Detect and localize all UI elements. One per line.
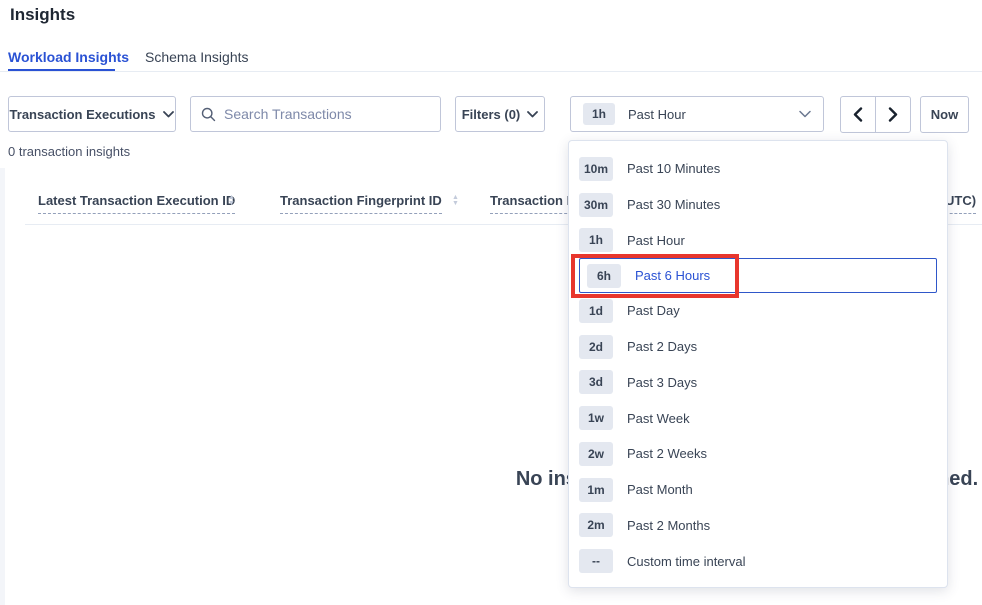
- time-option-custom-time-interval[interactable]: -- Custom time interval: [569, 543, 947, 579]
- time-option-past-30-minutes[interactable]: 30m Past 30 Minutes: [569, 187, 947, 223]
- time-option-badge: 2d: [579, 335, 613, 359]
- time-option-label: Past 6 Hours: [635, 268, 710, 283]
- time-option-badge: 30m: [579, 193, 613, 217]
- time-option-label: Custom time interval: [627, 554, 745, 569]
- sort-icon[interactable]: ▲ ▼: [452, 195, 459, 207]
- tab-workload-insights[interactable]: Workload Insights: [8, 49, 129, 65]
- time-option-badge: 10m: [579, 157, 613, 181]
- tab-active-underline: [8, 69, 115, 71]
- search-transactions-input[interactable]: [224, 106, 430, 122]
- time-option-past-hour[interactable]: 1h Past Hour: [569, 223, 947, 259]
- time-option-label: Past Hour: [627, 233, 685, 248]
- time-option-badge: 3d: [579, 370, 613, 394]
- column-header-utc-truncated[interactable]: UTC): [945, 193, 976, 214]
- tabs-divider: [0, 71, 982, 72]
- time-option-badge: 1h: [579, 228, 613, 252]
- column-header-label: UTC): [945, 193, 976, 214]
- time-option-past-month[interactable]: 1m Past Month: [569, 472, 947, 508]
- column-header-transaction-fingerprint-id[interactable]: Transaction Fingerprint ID: [280, 193, 442, 214]
- transaction-type-select[interactable]: Transaction Executions: [8, 96, 176, 132]
- time-interval-dropdown: 10m Past 10 Minutes 30m Past 30 Minutes …: [568, 140, 948, 588]
- time-option-label: Past Week: [627, 411, 690, 426]
- time-option-badge: 2m: [579, 513, 613, 537]
- time-option-past-2-months[interactable]: 2m Past 2 Months: [569, 508, 947, 544]
- time-interval-label: Past Hour: [628, 107, 686, 122]
- search-transactions-box[interactable]: [190, 96, 441, 132]
- time-interval-picker[interactable]: 1h Past Hour: [570, 96, 824, 132]
- now-button[interactable]: Now: [920, 96, 969, 133]
- next-interval-button[interactable]: [876, 97, 911, 132]
- column-header-label: Transaction Fingerprint ID: [280, 193, 442, 214]
- sort-icon[interactable]: ▲ ▼: [228, 195, 235, 207]
- time-option-label: Past 30 Minutes: [627, 197, 720, 212]
- time-option-label: Past 2 Weeks: [627, 446, 707, 461]
- time-option-label: Past 2 Days: [627, 339, 697, 354]
- time-option-label: Past Month: [627, 482, 693, 497]
- previous-interval-button[interactable]: [841, 97, 876, 132]
- column-header-latest-transaction-execution-id[interactable]: Latest Transaction Execution ID: [38, 193, 235, 214]
- filters-button-label: Filters (0): [462, 107, 521, 122]
- page-title: Insights: [10, 5, 75, 25]
- time-option-past-week[interactable]: 1w Past Week: [569, 400, 947, 436]
- search-icon: [201, 107, 216, 122]
- time-option-past-10-minutes[interactable]: 10m Past 10 Minutes: [569, 151, 947, 187]
- time-option-badge: 2w: [579, 442, 613, 466]
- results-count: 0 transaction insights: [8, 144, 130, 159]
- time-option-label: Past 10 Minutes: [627, 161, 720, 176]
- chevron-down-icon: [163, 111, 174, 118]
- chevron-down-icon: [527, 111, 538, 118]
- tab-schema-insights[interactable]: Schema Insights: [145, 49, 249, 65]
- time-option-past-2-days[interactable]: 2d Past 2 Days: [569, 329, 947, 365]
- sort-desc-icon: ▼: [452, 201, 459, 207]
- time-option-past-3-days[interactable]: 3d Past 3 Days: [569, 365, 947, 401]
- time-option-badge: 6h: [587, 264, 621, 288]
- filters-button[interactable]: Filters (0): [455, 96, 545, 132]
- chevron-down-icon: [799, 110, 811, 118]
- time-option-past-day[interactable]: 1d Past Day: [569, 293, 947, 329]
- time-step-arrows: [840, 96, 911, 133]
- time-option-past-2-weeks[interactable]: 2w Past 2 Weeks: [569, 436, 947, 472]
- now-button-label: Now: [931, 107, 958, 122]
- time-option-label: Past Day: [627, 303, 680, 318]
- chevron-left-icon: [853, 107, 863, 122]
- time-option-past-6-hours[interactable]: 6h Past 6 Hours: [579, 258, 937, 293]
- time-option-badge: 1m: [579, 478, 613, 502]
- time-option-label: Past 3 Days: [627, 375, 697, 390]
- time-interval-badge: 1h: [583, 103, 615, 125]
- chevron-right-icon: [888, 107, 898, 122]
- time-option-badge: 1w: [579, 406, 613, 430]
- sort-desc-icon: ▼: [228, 201, 235, 207]
- transaction-type-select-label: Transaction Executions: [10, 107, 156, 122]
- page-edge-strip: [0, 168, 5, 605]
- time-option-label: Past 2 Months: [627, 518, 710, 533]
- time-option-badge: --: [579, 549, 613, 573]
- column-header-label: Latest Transaction Execution ID: [38, 193, 235, 214]
- time-option-badge: 1d: [579, 299, 613, 323]
